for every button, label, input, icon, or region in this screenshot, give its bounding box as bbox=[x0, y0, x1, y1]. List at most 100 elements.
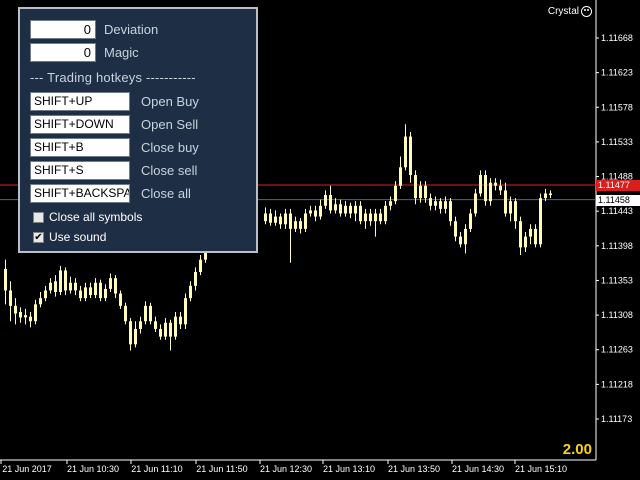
candle-body bbox=[329, 195, 332, 211]
candle-body bbox=[484, 175, 487, 202]
scale-value: 2.00 bbox=[562, 441, 592, 458]
smiley-icon bbox=[581, 6, 592, 17]
time-tick-label: 21 Jun 15:10 bbox=[515, 464, 567, 474]
price-tick-label: 1.11308 bbox=[601, 310, 633, 320]
hotkey-action-label: Close all bbox=[141, 186, 191, 201]
time-tick-label: 21 Jun 13:50 bbox=[388, 464, 440, 474]
candle-body bbox=[334, 204, 337, 211]
candle-body bbox=[424, 185, 427, 199]
candle-body bbox=[154, 321, 157, 329]
candle-body bbox=[164, 322, 167, 337]
price-tick-label: 1.11218 bbox=[601, 379, 633, 389]
hotkey-close-sell-input[interactable]: SHIFT+S bbox=[30, 161, 130, 180]
hotkey-close-buy-input[interactable]: SHIFT+B bbox=[30, 138, 130, 157]
hotkey-close-all-input[interactable]: SHIFT+BACKSPA bbox=[30, 184, 130, 203]
candle-body bbox=[179, 316, 182, 325]
use-sound-checkbox[interactable]: ✔ bbox=[33, 231, 44, 243]
candle-body bbox=[79, 290, 82, 299]
candle-body bbox=[74, 282, 77, 291]
candle-body bbox=[414, 175, 417, 199]
candle-body bbox=[539, 198, 542, 245]
candle-body bbox=[404, 136, 407, 168]
deviation-input[interactable]: 0 bbox=[30, 20, 96, 39]
candle-body bbox=[14, 305, 17, 314]
time-tick-label: 21 Jun 2017 bbox=[2, 464, 52, 474]
candle-body bbox=[469, 213, 472, 229]
candle-body bbox=[534, 228, 537, 245]
time-tick-label: 21 Jun 12:30 bbox=[260, 464, 312, 474]
candle-body bbox=[339, 204, 342, 214]
time-tick-label: 21 Jun 13:10 bbox=[323, 464, 375, 474]
candle-body bbox=[519, 221, 522, 248]
candle-body bbox=[389, 201, 392, 206]
candle-body bbox=[464, 228, 467, 245]
hotkey-action-label: Open Sell bbox=[141, 117, 199, 132]
candle-body bbox=[544, 193, 547, 199]
price-tick-label: 1.11443 bbox=[601, 206, 633, 216]
deviation-row: 0 Deviation bbox=[30, 20, 158, 39]
hotkey-row: SHIFT+UP Open Buy bbox=[30, 92, 199, 111]
candle-body bbox=[199, 259, 202, 272]
candle-body bbox=[99, 282, 102, 299]
candle-body bbox=[409, 136, 412, 176]
close-all-symbols-checkbox[interactable] bbox=[33, 211, 44, 223]
candle-body bbox=[39, 298, 42, 305]
close-all-symbols-label: Close all symbols bbox=[49, 210, 143, 224]
time-tick-label: 21 Jun 10:30 bbox=[67, 464, 119, 474]
indicator-badge: Crystal bbox=[548, 6, 592, 17]
candle-body bbox=[4, 268, 7, 291]
deviation-label: Deviation bbox=[104, 22, 159, 37]
candle-body bbox=[349, 205, 352, 214]
hotkey-row: SHIFT+DOWN Open Sell bbox=[30, 115, 198, 134]
candle-body bbox=[394, 185, 397, 202]
candle-body bbox=[384, 205, 387, 222]
price-tick-label: 1.11668 bbox=[601, 33, 633, 43]
candle-body bbox=[514, 201, 517, 222]
candle-body bbox=[174, 316, 177, 337]
candle-body bbox=[499, 185, 502, 191]
candle-body bbox=[84, 287, 87, 299]
hotkey-action-label: Close sell bbox=[141, 163, 198, 178]
hotkey-action-label: Open Buy bbox=[141, 94, 199, 109]
candle-body bbox=[304, 213, 307, 229]
time-tick-label: 21 Jun 14:30 bbox=[452, 464, 504, 474]
ask-price-label: 1.11477 bbox=[596, 180, 640, 191]
trading-panel: 0 Deviation 0 Magic --- Trading hotkeys … bbox=[18, 7, 258, 253]
candle-body bbox=[59, 270, 62, 292]
candle-body bbox=[489, 182, 492, 202]
candle-body bbox=[314, 210, 317, 217]
candle-body bbox=[439, 201, 442, 209]
time-tick-label: 21 Jun 11:50 bbox=[196, 464, 247, 474]
use-sound-label: Use sound bbox=[49, 230, 107, 244]
candle-body bbox=[444, 201, 447, 209]
candle-body bbox=[49, 282, 52, 291]
candle-body bbox=[144, 305, 147, 322]
hotkey-row: SHIFT+B Close buy bbox=[30, 138, 199, 157]
candle-body bbox=[344, 205, 347, 214]
candle-body bbox=[129, 321, 132, 345]
hotkey-open-sell-input[interactable]: SHIFT+DOWN bbox=[30, 115, 130, 134]
candle-body bbox=[119, 293, 122, 306]
candle-body bbox=[529, 228, 532, 237]
candle-body bbox=[9, 290, 12, 306]
candle-body bbox=[134, 328, 137, 345]
candle-body bbox=[264, 213, 267, 222]
close-all-symbols-option[interactable]: Close all symbols bbox=[33, 210, 142, 224]
magic-label: Magic bbox=[104, 45, 139, 60]
candle-body bbox=[149, 305, 152, 322]
candle-body bbox=[159, 328, 162, 337]
candle-body bbox=[399, 167, 402, 186]
candle-body bbox=[524, 236, 527, 248]
magic-input[interactable]: 0 bbox=[30, 43, 96, 62]
candle-body bbox=[509, 201, 512, 214]
hotkey-open-buy-input[interactable]: SHIFT+UP bbox=[30, 92, 130, 111]
use-sound-option[interactable]: ✔ Use sound bbox=[33, 230, 106, 244]
candle-body bbox=[29, 316, 32, 322]
price-tick-label: 1.11398 bbox=[601, 241, 633, 251]
candle-body bbox=[69, 282, 72, 291]
candle-body bbox=[449, 201, 452, 222]
candle-body bbox=[24, 315, 27, 318]
candle-body bbox=[354, 205, 357, 214]
candle-body bbox=[54, 281, 57, 292]
candle-body bbox=[189, 285, 192, 299]
